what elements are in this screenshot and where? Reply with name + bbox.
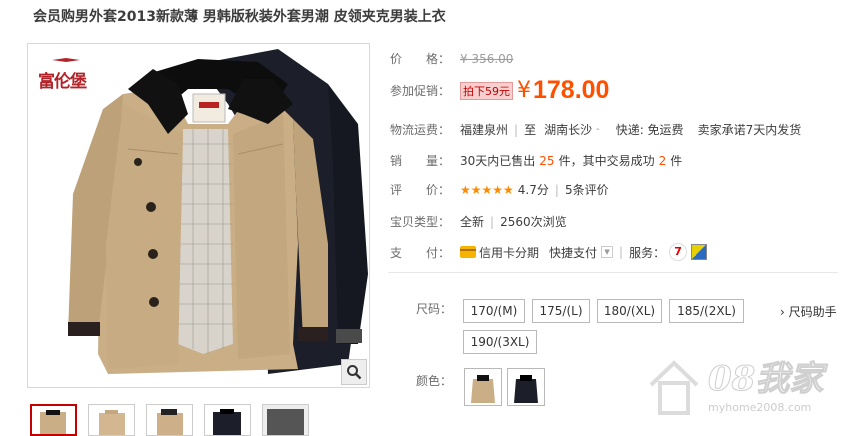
ship-promise: 卖家承诺7天内发货 — [697, 123, 802, 137]
credit-card-icon — [460, 246, 476, 258]
watermark-text: 08我家 — [707, 359, 824, 400]
magnifier-icon — [347, 365, 362, 380]
black-jacket-swatch — [508, 369, 544, 405]
consumer-protection-icon[interactable] — [691, 244, 708, 260]
ship-to-prefix: 至 — [524, 123, 537, 137]
thumbnail-image — [89, 405, 134, 435]
zoom-button[interactable] — [341, 359, 367, 385]
size-label: 尺码： — [416, 302, 453, 316]
ship-from: 福建泉州 — [460, 123, 509, 137]
rating-label: 评 价： — [390, 183, 451, 197]
size-option[interactable]: 170/(M) — [463, 299, 525, 323]
khaki-jacket-swatch — [465, 369, 501, 405]
services-label: 服务： — [629, 245, 666, 260]
original-price: ¥ 356.00 — [460, 51, 514, 66]
shipping-label: 物流运费： — [390, 123, 451, 137]
color-label: 颜色： — [416, 374, 453, 388]
condition-label: 宝贝类型： — [390, 215, 451, 229]
chevron-right-icon: › — [780, 305, 785, 319]
sales-mid: 件，其中交易成功 — [558, 154, 655, 168]
success-count: 2 — [658, 153, 667, 168]
color-swatch-black[interactable] — [507, 368, 545, 406]
jacket-photo — [28, 44, 369, 387]
brand-logo-text: 富伦堡 — [38, 72, 87, 92]
currency-symbol: ¥ — [517, 78, 531, 103]
rating-score: 4.7分 — [517, 183, 549, 197]
sales-row: 销 量： 30天内已售出 25 件，其中交易成功 2 件 — [390, 152, 682, 169]
rating-stars-icon: ★★★★★ — [460, 182, 514, 197]
divider — [388, 272, 838, 273]
express-fee: 快递: 免运费 — [615, 123, 684, 137]
quick-pay-link[interactable]: 快捷支付 — [549, 244, 597, 261]
seven-day-return-icon[interactable]: 7 — [669, 243, 688, 261]
size-helper-link[interactable]: › 尺码助手 — [780, 303, 837, 320]
payment-row: 支 付： 信用卡分期 快捷支付 ▼ | 服务： 7 — [390, 243, 708, 261]
product-main-image[interactable]: 富伦堡 — [27, 43, 370, 388]
size-option[interactable]: 175/(L) — [532, 299, 590, 323]
thumbnail-4[interactable] — [204, 404, 251, 436]
credit-installment-link[interactable]: 信用卡分期 — [479, 244, 539, 261]
shipping-row: 物流运费： 福建泉州 | 至 湖南长沙 - 快递: 免运费 卖家承诺7天内发货 — [390, 121, 802, 138]
condition-type: 全新 — [460, 215, 485, 229]
site-watermark: 08我家 myhome2008.com — [646, 345, 851, 424]
size-helper-label: 尺码助手 — [788, 305, 837, 319]
thumbnail-2[interactable] — [88, 404, 135, 436]
promo-price: 178.00 — [533, 76, 610, 104]
rating-row: 评 价： ★★★★★ 4.7分 | 5条评价 — [390, 181, 609, 198]
sales-label: 销 量： — [390, 154, 451, 168]
thumbnail-image — [147, 405, 192, 435]
thumbnail-1[interactable] — [30, 404, 77, 436]
color-swatch-khaki[interactable] — [464, 368, 502, 406]
size-option[interactable]: 180/(XL) — [597, 299, 662, 323]
sales-prefix: 30天内已售出 — [460, 154, 536, 168]
thumbnail-image — [32, 406, 75, 434]
promo-row: 参加促销： 拍下59元 ¥ 178.00 — [390, 76, 609, 105]
price-row: 价 格： ¥ 356.00 — [390, 50, 513, 67]
thumbnail-3[interactable] — [146, 404, 193, 436]
promo-badge: 拍下59元 — [460, 81, 513, 100]
promo-label: 参加促销： — [390, 84, 451, 98]
thumbnail-strip — [30, 404, 309, 436]
chevron-down-icon[interactable]: ▼ — [601, 246, 614, 258]
ship-to-dropdown-icon[interactable]: - — [596, 124, 600, 135]
watermark-url: myhome2008.com — [708, 401, 812, 414]
size-option[interactable]: 185/(2XL) — [669, 299, 744, 323]
price-label: 价 格： — [390, 52, 451, 66]
thumbnail-image — [205, 405, 250, 435]
reviews-link[interactable]: 5条评价 — [565, 181, 609, 198]
view-count: 2560次浏览 — [500, 215, 567, 229]
size-option[interactable]: 190/(3XL) — [463, 330, 537, 354]
sold-count: 25 — [539, 153, 555, 168]
thumbnail-5[interactable] — [262, 404, 309, 436]
payment-label: 支 付： — [390, 245, 451, 260]
condition-row: 宝贝类型： 全新 | 2560次浏览 — [390, 214, 567, 230]
product-title: 会员购男外套2013新款薄 男韩版秋装外套男潮 皮领夹克男装上衣 — [33, 9, 446, 25]
thumbnail-image — [263, 405, 308, 435]
ship-to-selector[interactable]: 湖南长沙 — [544, 121, 592, 138]
sales-suffix: 件 — [670, 154, 683, 168]
brand-logo: 富伦堡 — [34, 58, 98, 92]
